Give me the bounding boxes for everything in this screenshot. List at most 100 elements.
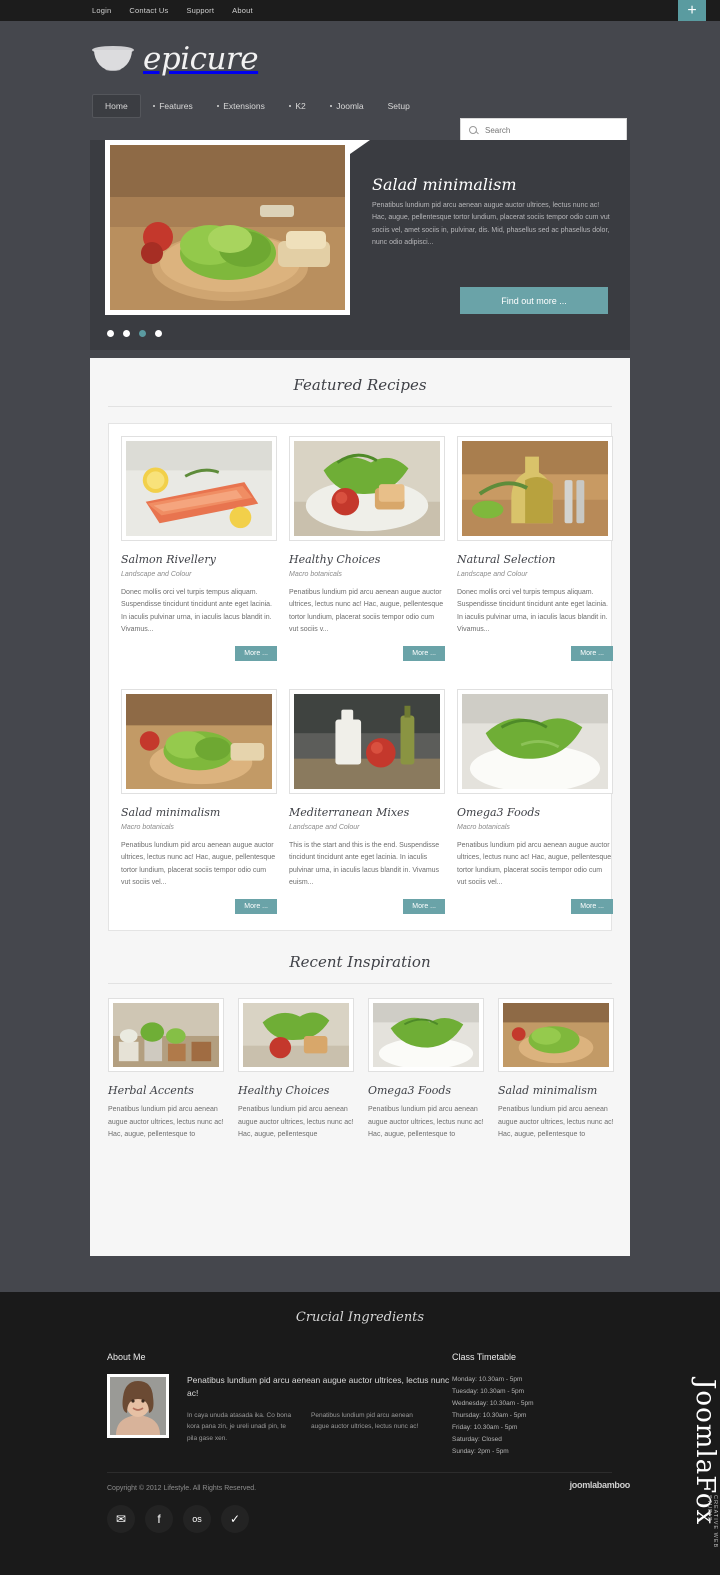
nav-item-joomla[interactable]: Joomla xyxy=(318,95,376,117)
timetable-row: Wednesday: 10.30am - 5pm xyxy=(452,1400,534,1408)
nav-item-k2[interactable]: K2 xyxy=(277,95,318,117)
inspiration-item[interactable]: Healthy Choices Penatibus lundium pid ar… xyxy=(238,998,354,1142)
bowl-icon xyxy=(92,46,134,72)
inspiration-title: Herbal Accents xyxy=(108,1084,194,1097)
inspiration-image-frame xyxy=(108,998,224,1072)
recipe-body: This is the start and this is the end. S… xyxy=(289,842,440,886)
vimeo-icon[interactable]: ✓ xyxy=(221,1505,249,1533)
avatar xyxy=(107,1374,169,1438)
about-me-col-2: Penatibus lundium pid arcu aenean augue … xyxy=(311,1411,419,1431)
main-navigation: Home Features Extensions K2 Joomla Setup xyxy=(92,94,422,118)
recipe-title: Natural Selection xyxy=(457,553,556,566)
recipe-body: Penatibus lundium pid arcu aenean augue … xyxy=(289,589,444,633)
divider xyxy=(108,983,612,984)
inspiration-item[interactable]: Herbal Accents Penatibus lundium pid arc… xyxy=(108,998,224,1142)
recipe-body: Penatibus lundium pid arcu aenean augue … xyxy=(457,842,612,886)
recipe-card[interactable]: Salmon Rivellery Landscape and Colour Do… xyxy=(121,436,277,661)
nav-item-home[interactable]: Home xyxy=(92,94,141,118)
site-header: epicure Home Features Extensions K2 Joom… xyxy=(0,21,720,143)
inspiration-title: Healthy Choices xyxy=(238,1084,330,1097)
recipe-subtitle: Macro botanicals xyxy=(121,824,174,831)
copyright-text: Copyright © 2012 Lifestyle. All Rights R… xyxy=(107,1485,257,1492)
logo-text: epicure xyxy=(143,41,259,77)
topbar-link-about[interactable]: About xyxy=(232,6,253,15)
footer-columns: About Me Penatibus lundium pid arcu aene… xyxy=(107,1352,617,1458)
inspiration-item[interactable]: Salad minimalism Penatibus lundium pid a… xyxy=(498,998,614,1142)
inspiration-image xyxy=(243,1003,349,1067)
slider-dot-4[interactable] xyxy=(155,330,162,337)
timetable-row: Friday: 10.30am - 5pm xyxy=(452,1424,518,1432)
find-out-more-button[interactable]: Find out more ... xyxy=(460,287,608,314)
main-content: Featured Recipes Salmon Rivellery Landsc… xyxy=(90,358,630,1256)
nav-item-label: K2 xyxy=(295,101,306,111)
more-button[interactable]: More ... xyxy=(571,899,613,914)
topbar-link-login[interactable]: Login xyxy=(92,6,111,15)
recipe-card[interactable]: Natural Selection Landscape and Colour D… xyxy=(457,436,613,661)
recipe-body: Penatibus lundium pid arcu aenean augue … xyxy=(121,842,276,886)
divider xyxy=(108,406,612,407)
nav-item-extensions[interactable]: Extensions xyxy=(205,95,277,117)
page-root: Login Contact Us Support About + epicure… xyxy=(0,0,720,1575)
recipe-card[interactable]: Healthy Choices Macro botanicals Penatib… xyxy=(289,436,445,661)
recipe-title: Omega3 Foods xyxy=(457,806,541,819)
slide-description: Penatibus lundium pid arcu aenean augue … xyxy=(372,202,610,246)
recipe-image xyxy=(462,441,608,536)
recipe-card[interactable]: Mediterranean Mixes Landscape and Colour… xyxy=(289,689,445,914)
recipe-card[interactable]: Omega3 Foods Macro botanicals Penatibus … xyxy=(457,689,613,914)
facebook-icon[interactable]: f xyxy=(145,1505,173,1533)
joomlabamboo-logo[interactable]: joomlabamboo xyxy=(570,1480,631,1490)
timetable-row: Sunday: 2pm - 5pm xyxy=(452,1448,509,1456)
slider-dot-3[interactable] xyxy=(139,330,146,337)
slide-image xyxy=(110,145,345,310)
more-button[interactable]: More ... xyxy=(571,646,613,661)
inspiration-body: Penatibus lundium pid arcu aenean augue … xyxy=(238,1106,354,1139)
inspiration-image xyxy=(503,1003,609,1067)
inspiration-image xyxy=(113,1003,219,1067)
more-button[interactable]: More ... xyxy=(235,646,277,661)
site-logo[interactable]: epicure xyxy=(92,41,259,77)
more-button[interactable]: More ... xyxy=(403,899,445,914)
joomlafox-tagline: CREATIVE WEB STUDIO xyxy=(706,1495,718,1549)
about-me-col-1: In caya unuda atasada ika. Co bona kora … xyxy=(187,1411,292,1442)
recipe-image xyxy=(462,694,608,792)
inspiration-item[interactable]: Omega3 Foods Penatibus lundium pid arcu … xyxy=(368,998,484,1142)
recipe-image-frame xyxy=(289,689,445,794)
topbar-link-support[interactable]: Support xyxy=(186,6,214,15)
recipe-card[interactable]: Salad minimalism Macro botanicals Penati… xyxy=(121,689,277,914)
search-icon xyxy=(469,125,479,136)
about-me-title: About Me xyxy=(107,1352,146,1362)
chevron-dot-icon xyxy=(216,104,220,108)
chevron-dot-icon xyxy=(288,104,292,108)
recipe-title: Mediterranean Mixes xyxy=(289,806,410,819)
topbar-link-contact-us[interactable]: Contact Us xyxy=(129,6,168,15)
class-timetable-title: Class Timetable xyxy=(452,1352,517,1362)
inspiration-body: Penatibus lundium pid arcu aenean augue … xyxy=(498,1106,614,1139)
nav-item-label: Setup xyxy=(387,101,410,111)
slider-dot-1[interactable] xyxy=(107,330,114,337)
inspiration-title: Omega3 Foods xyxy=(368,1084,452,1097)
recipe-title: Healthy Choices xyxy=(289,553,381,566)
plus-icon: + xyxy=(687,2,697,19)
recipe-image xyxy=(294,694,440,789)
recipe-image xyxy=(126,441,272,536)
twitter-icon[interactable]: ✉ xyxy=(107,1505,135,1533)
search-input[interactable] xyxy=(485,126,615,135)
more-button[interactable]: More ... xyxy=(403,646,445,661)
slide-image-frame xyxy=(105,140,370,315)
recipe-image-frame xyxy=(121,689,277,794)
slide-title: Salad minimalism xyxy=(372,175,517,194)
lastfm-icon[interactable]: os xyxy=(183,1505,211,1533)
avatar-image xyxy=(110,1377,166,1435)
recipe-subtitle: Macro botanicals xyxy=(457,824,510,831)
nav-item-label: Features xyxy=(159,101,193,111)
recipe-image-frame xyxy=(289,436,445,541)
nav-item-features[interactable]: Features xyxy=(141,95,205,117)
nav-item-setup[interactable]: Setup xyxy=(376,95,422,117)
slider-dot-2[interactable] xyxy=(123,330,130,337)
more-button[interactable]: More ... xyxy=(235,899,277,914)
inspiration-title: Salad minimalism xyxy=(498,1084,598,1097)
topbar: Login Contact Us Support About xyxy=(0,0,720,21)
recipe-subtitle: Macro botanicals xyxy=(289,571,342,578)
footer-heading: Crucial Ingredients xyxy=(295,1310,425,1325)
inspiration-image-frame xyxy=(368,998,484,1072)
